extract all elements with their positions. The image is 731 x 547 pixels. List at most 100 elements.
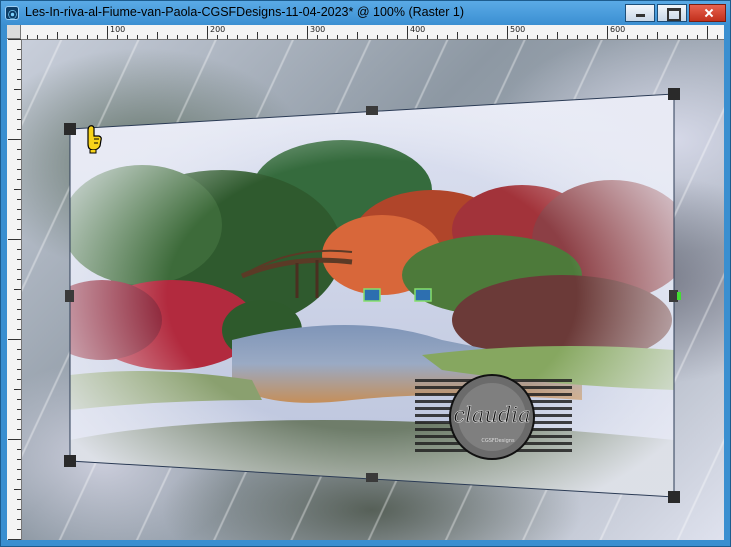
ruler-tick <box>367 35 368 39</box>
ruler-tick <box>587 35 588 39</box>
handle-right-middle[interactable] <box>669 290 678 302</box>
app-icon[interactable]: ⦿ <box>5 6 19 20</box>
ruler-tick <box>17 259 21 260</box>
ruler-tick <box>507 26 508 39</box>
ruler-tick <box>17 429 21 430</box>
ruler-tick <box>17 129 21 130</box>
ruler-tick <box>527 35 528 39</box>
handle-bottom-right[interactable] <box>668 491 680 503</box>
ruler-tick <box>17 479 21 480</box>
ruler-tick <box>597 35 598 39</box>
maximize-button[interactable] <box>657 4 687 22</box>
ruler-tick <box>14 289 21 290</box>
ruler-tick <box>17 529 21 530</box>
handle-top-left[interactable] <box>64 123 76 135</box>
ruler-tick <box>8 439 21 440</box>
ruler-tick <box>17 369 21 370</box>
ruler-tick <box>667 35 668 39</box>
ruler-tick <box>207 26 208 39</box>
pivot-point[interactable] <box>363 288 381 302</box>
ruler-tick <box>297 35 298 39</box>
handle-top-right[interactable] <box>668 88 680 100</box>
ruler-tick <box>27 35 28 39</box>
handle-bottom-middle[interactable] <box>366 473 378 482</box>
ruler-tick <box>307 26 308 39</box>
ruler-tick <box>17 419 21 420</box>
ruler-tick <box>97 35 98 39</box>
ruler-tick <box>717 35 718 39</box>
ruler-label: 600 <box>610 25 626 34</box>
handle-top-middle[interactable] <box>366 106 378 115</box>
ruler-tick <box>17 199 21 200</box>
image-canvas[interactable]: claudia CGSFDesigns <box>22 40 724 540</box>
ruler-tick <box>157 32 158 39</box>
ruler-tick <box>217 35 218 39</box>
ruler-tick <box>137 35 138 39</box>
ruler-tick <box>17 229 21 230</box>
ruler-corner <box>7 25 21 39</box>
ruler-tick <box>127 35 128 39</box>
ruler-tick <box>197 35 198 39</box>
ruler-tick <box>117 35 118 39</box>
app-icon-glyph: ⦿ <box>8 10 18 20</box>
vertical-ruler <box>7 39 22 540</box>
window-title: Les-In-riva-al-Fiume-van-Paola-CGSFDesig… <box>25 5 465 19</box>
ruler-tick <box>17 149 21 150</box>
ruler-tick <box>107 26 108 39</box>
ruler-tick <box>17 79 21 80</box>
horizontal-ruler: 0 100 200 300 400 500 600 <box>7 25 724 40</box>
ruler-tick <box>317 35 318 39</box>
ruler-tick <box>547 35 548 39</box>
ruler-tick <box>387 35 388 39</box>
ruler-tick <box>277 35 278 39</box>
ruler-tick <box>687 35 688 39</box>
ruler-tick <box>14 389 21 390</box>
ruler-tick <box>17 209 21 210</box>
ruler-tick <box>497 35 498 39</box>
rotation-point[interactable] <box>414 288 432 302</box>
ruler-tick <box>17 109 21 110</box>
ruler-tick <box>17 159 21 160</box>
ruler-tick <box>17 179 21 180</box>
close-button[interactable] <box>689 4 726 22</box>
ruler-tick <box>327 35 328 39</box>
ruler-tick <box>247 35 248 39</box>
ruler-tick <box>14 89 21 90</box>
ruler-tick <box>17 69 21 70</box>
ruler-tick <box>427 35 428 39</box>
handle-left-middle[interactable] <box>65 290 74 302</box>
ruler-tick <box>647 35 648 39</box>
ruler-tick <box>347 35 348 39</box>
ruler-tick <box>17 459 21 460</box>
ruler-tick <box>627 35 628 39</box>
ruler-tick <box>14 189 21 190</box>
ruler-tick <box>17 169 21 170</box>
ruler-tick <box>267 35 268 39</box>
ruler-tick <box>487 35 488 39</box>
ruler-tick <box>447 35 448 39</box>
handle-bottom-left[interactable] <box>64 455 76 467</box>
title-bar[interactable]: ⦿ Les-In-riva-al-Fiume-van-Paola-CGSFDes… <box>1 1 730 25</box>
ruler-tick <box>147 35 148 39</box>
ruler-tick <box>17 49 21 50</box>
ruler-tick <box>17 249 21 250</box>
ruler-tick <box>607 26 608 39</box>
ruler-tick <box>287 35 288 39</box>
layer-photo: claudia CGSFDesigns <box>64 88 681 503</box>
minimize-button[interactable] <box>625 4 655 22</box>
ruler-tick <box>8 339 21 340</box>
ruler-tick <box>8 539 21 540</box>
ruler-tick <box>457 32 458 39</box>
handle-right-marker <box>677 292 681 300</box>
ruler-tick <box>17 319 21 320</box>
ruler-tick <box>17 449 21 450</box>
ruler-tick <box>177 35 178 39</box>
ruler-tick <box>537 35 538 39</box>
ruler-tick <box>417 35 418 39</box>
ruler-tick <box>17 309 21 310</box>
ruler-tick <box>87 35 88 39</box>
ruler-tick <box>357 32 358 39</box>
ruler-tick <box>17 299 21 300</box>
ruler-tick <box>17 519 21 520</box>
ruler-tick <box>77 35 78 39</box>
